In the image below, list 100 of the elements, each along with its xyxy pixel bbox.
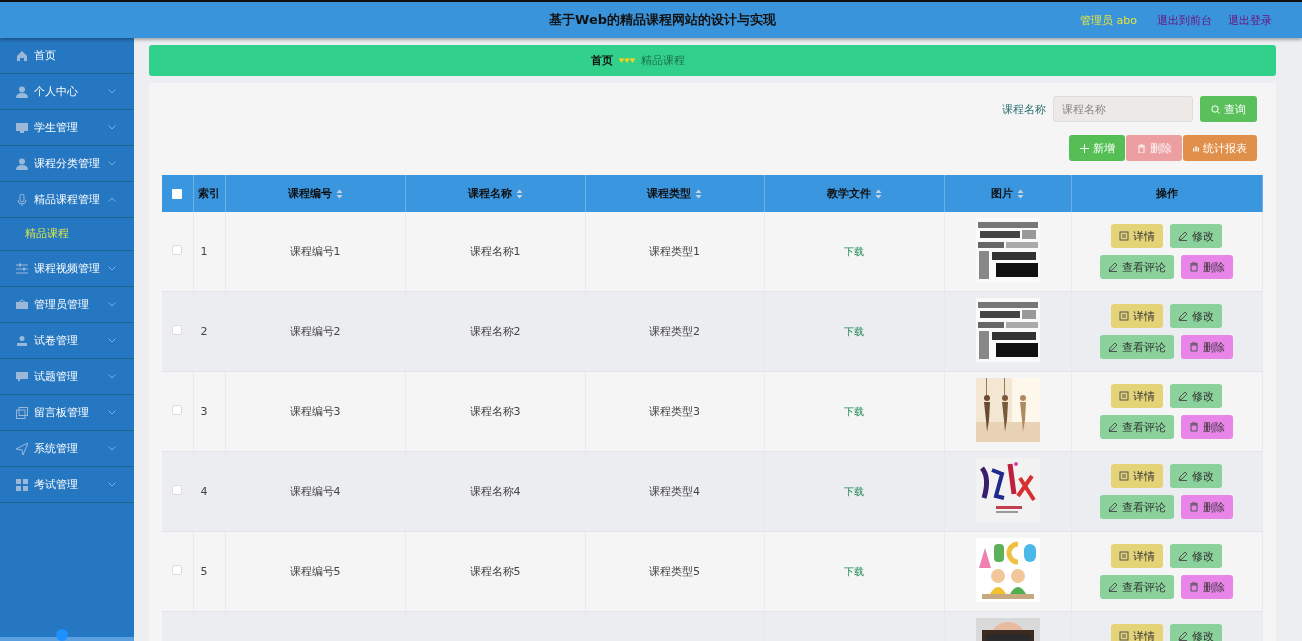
doc-icon [1119, 471, 1129, 481]
sliders-icon [16, 262, 28, 275]
comments-button[interactable]: 查看评论 [1100, 255, 1174, 279]
stamp-icon [16, 334, 28, 347]
table-cell: 课程编号4 [289, 485, 341, 498]
edit-button[interactable]: 修改 [1170, 304, 1222, 328]
delete-button[interactable]: 删除 [1181, 575, 1233, 599]
column-header[interactable]: 教学文件 [764, 175, 944, 212]
pencil-icon [1108, 422, 1118, 432]
table-cell: 课程类型1 [649, 245, 700, 258]
row-index: 3 [200, 405, 208, 418]
row-index: 5 [200, 565, 208, 578]
row-checkbox[interactable] [172, 485, 183, 495]
scroll-handle-icon [56, 629, 68, 641]
doc-icon [1119, 631, 1129, 641]
monitor-icon [16, 121, 28, 134]
trash-icon [1189, 342, 1199, 352]
table-cell: 课程类型5 [649, 565, 700, 578]
doc-icon [1119, 311, 1129, 321]
detail-button[interactable]: 详情 [1111, 464, 1163, 488]
comments-button[interactable]: 查看评论 [1100, 575, 1174, 599]
table-cell: 课程类型3 [649, 405, 700, 418]
download-link[interactable]: 下载 [844, 325, 864, 337]
table-cell: 课程名称2 [469, 325, 521, 338]
copy-icon [16, 406, 28, 419]
column-header[interactable]: 课程编号 [225, 175, 405, 212]
sort-icon [515, 189, 523, 199]
detail-button[interactable]: 详情 [1111, 384, 1163, 408]
pencil-icon [1108, 582, 1118, 592]
pencil-icon [1178, 631, 1188, 641]
detail-button[interactable]: 详情 [1111, 544, 1163, 568]
column-header[interactable]: 课程名称 [405, 175, 585, 212]
download-link[interactable]: 下载 [844, 485, 864, 497]
search-label: 课程名称 [1002, 101, 1046, 117]
row-checkbox[interactable] [172, 325, 183, 335]
column-header[interactable]: 课程类型 [585, 175, 764, 212]
row-checkbox[interactable] [172, 565, 183, 575]
download-link[interactable]: 下载 [844, 405, 864, 417]
search-icon [1211, 104, 1220, 114]
pencil-icon [1178, 391, 1188, 401]
user-label: 管理员 abo [1080, 12, 1137, 28]
breadcrumb-item[interactable]: 首页 [590, 53, 613, 68]
sort-icon [335, 189, 343, 199]
download-link[interactable]: 下载 [844, 565, 864, 577]
table-cell: 课程类型4 [649, 485, 700, 498]
download-link[interactable]: 下载 [844, 245, 864, 257]
edit-button[interactable]: 修改 [1170, 464, 1222, 488]
detail-button[interactable]: 详情 [1111, 304, 1163, 328]
search-field[interactable]: 课程名称 [1053, 96, 1193, 122]
chat-icon [16, 370, 28, 383]
person-icon [16, 85, 28, 98]
trash-icon [1189, 422, 1199, 432]
ticket-icon [16, 298, 28, 311]
select-all-checkbox[interactable] [172, 189, 183, 199]
table-cell: 课程编号1 [289, 245, 341, 258]
column-header[interactable]: 图片 [944, 175, 1071, 212]
comments-button[interactable]: 查看评论 [1100, 415, 1174, 439]
detail-button[interactable]: 详情 [1111, 224, 1163, 248]
delete-button[interactable]: 删除 [1181, 255, 1233, 279]
row-checkbox[interactable] [172, 405, 183, 415]
pencil-icon [1108, 342, 1118, 352]
edit-button[interactable]: 修改 [1170, 224, 1222, 248]
header-link[interactable]: 退出登录 [1228, 12, 1272, 28]
table-cell: 课程名称1 [469, 245, 521, 258]
row-index: 1 [200, 245, 208, 258]
delete-button[interactable]: 删除 [1181, 335, 1233, 359]
send-icon [16, 442, 28, 455]
table-cell: 课程名称5 [469, 565, 521, 578]
pencil-icon [1108, 262, 1118, 272]
sort-icon [695, 189, 702, 199]
table-cell: 课程编号3 [289, 405, 341, 418]
delete-button[interactable]: 删除 [1181, 495, 1233, 519]
edit-button[interactable]: 修改 [1170, 384, 1222, 408]
doc-icon [1119, 231, 1129, 241]
pencil-icon [1108, 502, 1118, 512]
hearts-icon [618, 57, 635, 64]
pencil-icon [1178, 551, 1188, 561]
doc-icon [1119, 391, 1129, 401]
edit-button[interactable]: 修改 [1170, 624, 1222, 641]
detail-button[interactable]: 详情 [1111, 624, 1163, 641]
delete-button[interactable]: 删除 [1181, 415, 1233, 439]
comments-button[interactable]: 查看评论 [1100, 495, 1174, 519]
trash-icon [1189, 502, 1199, 512]
pencil-icon [1178, 311, 1188, 321]
grid-icon [16, 478, 28, 491]
doc-icon [1119, 551, 1129, 561]
table-cell: 课程名称4 [469, 485, 521, 498]
row-index: 2 [200, 325, 208, 338]
sort-icon [874, 189, 882, 199]
table-cell: 课程编号5 [289, 565, 341, 578]
edit-button[interactable]: 修改 [1170, 544, 1222, 568]
breadcrumb-item: 精品课程 [640, 53, 685, 68]
table-cell: 课程编号2 [289, 325, 341, 338]
pencil-icon [1178, 231, 1188, 241]
row-checkbox[interactable] [172, 245, 183, 255]
trash-icon [1136, 143, 1146, 153]
table-cell: 课程类型2 [649, 325, 700, 338]
comments-button[interactable]: 查看评论 [1100, 335, 1174, 359]
header-link[interactable]: 退出到前台 [1157, 12, 1212, 28]
home-icon [16, 49, 28, 62]
